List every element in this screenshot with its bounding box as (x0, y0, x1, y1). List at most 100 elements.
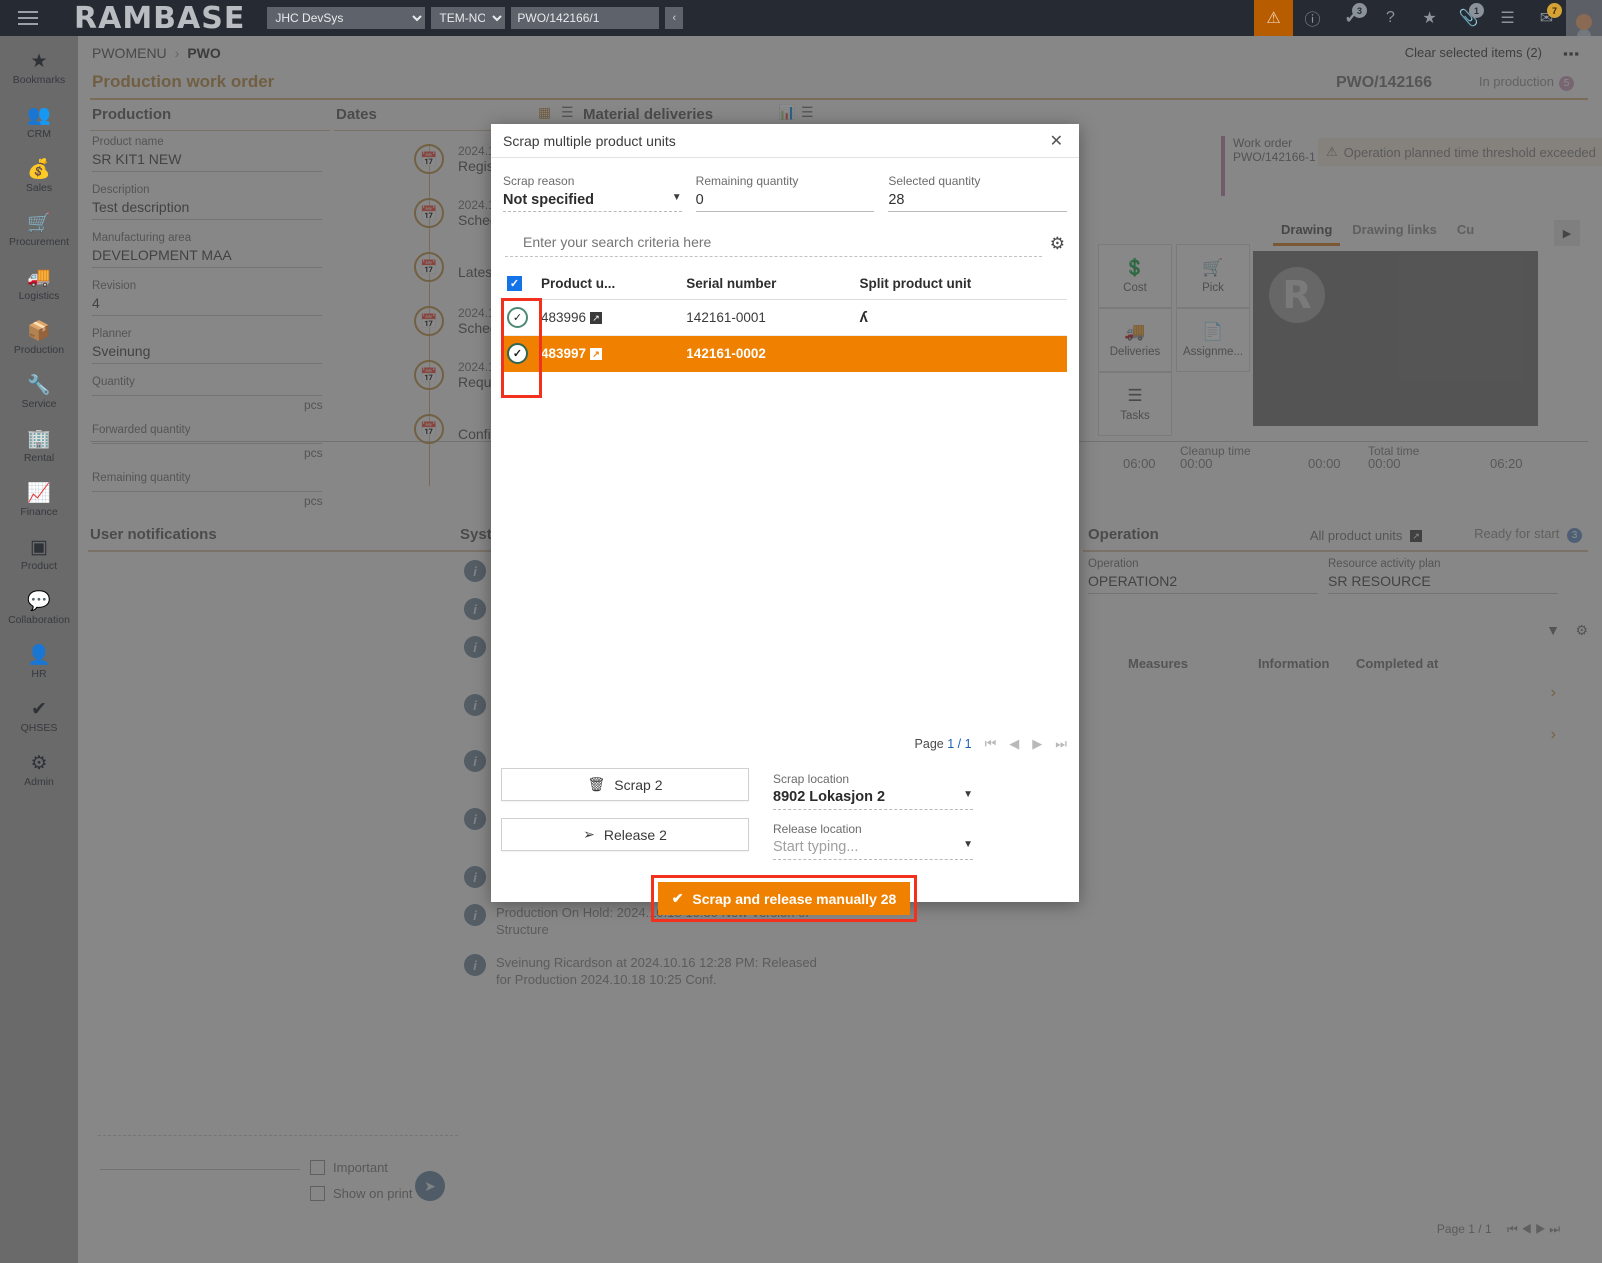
pager-last-icon[interactable]: ⏭ (1055, 736, 1067, 752)
rental-icon: 🏢 (27, 429, 51, 450)
sidebar-item-rental[interactable]: 🏢 Rental (0, 420, 78, 474)
cell-serial-number: 142161-0002 (682, 335, 856, 372)
money-bag-icon: 💰 (27, 159, 51, 180)
sidebar-item-label: CRM (27, 128, 51, 140)
warning-icon[interactable]: ⚠ (1254, 0, 1293, 36)
sidebar-item-label: Production (13, 344, 65, 356)
cell-product-unit[interactable]: 483996 ↗ (537, 299, 683, 336)
sidebar-item-hr[interactable]: 👤 HR (0, 636, 78, 690)
selected-quantity-field[interactable]: Selected quantity 28 (888, 174, 1068, 212)
back-button[interactable]: ‹ (665, 7, 684, 29)
sidebar-item-bookmarks[interactable]: ★ Bookmarks (0, 42, 78, 96)
top-bar: RAMBASE JHC DevSys TEM-NO ‹ ⚠ ⓘ ✔3 ? ★ 📎… (0, 0, 1602, 36)
sidebar-item-label: Service (21, 398, 57, 410)
sidebar-item-label: Sales (25, 182, 53, 194)
scrap-location-field[interactable]: Scrap location 8902 Lokasjon 2 ▼ (773, 772, 973, 810)
scrap-reason-field[interactable]: Scrap reason Not specified ▼ (503, 174, 682, 212)
selected-quantity-value: 28 (888, 192, 905, 208)
dialog-footer: 🗑 Scrap 2 ➢ Release 2 Scrap location 890… (491, 768, 1079, 872)
release-button[interactable]: ➢ Release 2 (501, 818, 749, 851)
release-location-field[interactable]: Release location Start typing... ▼ (773, 822, 973, 860)
list-icon[interactable]: ☰ (1488, 0, 1527, 36)
sidebar-item-qhses[interactable]: ✔ QHSES (0, 690, 78, 744)
open-link-icon[interactable]: ↗ (590, 312, 603, 324)
person-icon: 👤 (27, 645, 51, 666)
document-search-input[interactable] (511, 7, 660, 29)
trash-icon: 🗑 (587, 776, 606, 792)
search-input[interactable] (505, 230, 1042, 257)
favorites-icon[interactable]: ★ (1410, 0, 1449, 36)
search-row: ⚙ (503, 230, 1067, 257)
menu-hamburger-icon[interactable] (0, 0, 56, 36)
grid-settings-gear-icon[interactable]: ⚙ (1050, 234, 1065, 254)
sidebar-item-service[interactable]: 🔧 Service (0, 366, 78, 420)
column-split-product-unit[interactable]: Split product unit (855, 269, 1067, 300)
chat-icon: 💬 (27, 591, 51, 612)
mail-icon[interactable]: ✉ 7 (1527, 0, 1566, 36)
cube-icon: ▣ (30, 537, 48, 558)
badge-check-icon: ✔ (31, 699, 47, 720)
alert-icon[interactable]: ⓘ (1293, 0, 1332, 36)
scrap-button[interactable]: 🗑 Scrap 2 (501, 768, 749, 801)
row-checkbox-cell[interactable]: ✓ (503, 299, 537, 336)
sidebar-item-procurement[interactable]: 🛒 Procurement (0, 204, 78, 258)
sidebar-item-label: Procurement (8, 236, 70, 248)
sidebar-item-finance[interactable]: 📈 Finance (0, 474, 78, 528)
sidebar-item-admin[interactable]: ⚙ Admin (0, 744, 78, 798)
product-units-table: ✓ Product u... Serial number Split produ… (503, 269, 1067, 372)
sidebar-item-collaboration[interactable]: 💬 Collaboration (0, 582, 78, 636)
help-icon[interactable]: ? (1371, 0, 1410, 36)
split-branch-icon: ʎ (859, 309, 868, 326)
scrap-reason-label: Scrap reason (503, 174, 575, 188)
pager-text: Page 1 / 1 (914, 737, 972, 751)
release-location-value: Start typing... ▼ (773, 839, 973, 855)
company-select[interactable]: JHC DevSys (267, 7, 426, 29)
scrap-and-release-manually-button[interactable]: ✔ Scrap and release manually 28 (658, 882, 910, 915)
chevron-down-icon[interactable]: ▼ (963, 839, 973, 850)
left-sidebar: ★ Bookmarks 👥 CRM 💰 Sales 🛒 Procurement … (0, 36, 78, 1263)
sidebar-item-label: Product (20, 560, 58, 572)
check-icon: ✔ (671, 890, 684, 906)
remaining-quantity-value: 0 (695, 192, 704, 208)
scrap-reason-value: Not specified ▼ (503, 192, 682, 208)
attachment-icon[interactable]: 📎 1 (1449, 0, 1488, 36)
cell-split-product-unit: ʎ (855, 299, 1067, 336)
sidebar-item-label: Bookmarks (12, 74, 66, 86)
pager-first-icon[interactable]: ⏮ (985, 736, 997, 752)
row-checkbox[interactable]: ✓ (507, 343, 528, 364)
pager-prev-icon[interactable]: ◀ (1009, 736, 1019, 752)
open-link-icon[interactable]: ↗ (590, 348, 603, 360)
column-serial-number[interactable]: Serial number (682, 269, 856, 300)
row-checkbox-cell[interactable]: ✓ (503, 335, 537, 372)
chevron-down-icon[interactable]: ▼ (672, 192, 682, 203)
sidebar-item-crm[interactable]: 👥 CRM (0, 96, 78, 150)
avatar[interactable] (1566, 0, 1602, 36)
boxes-icon: 📦 (27, 321, 51, 342)
release-location-label: Release location (773, 822, 862, 836)
mail-badge: 7 (1547, 3, 1562, 18)
chevron-down-icon[interactable]: ▼ (963, 789, 973, 800)
tasks-icon[interactable]: ✔ 3 (1332, 0, 1371, 36)
pager-next-icon[interactable]: ▶ (1032, 736, 1042, 752)
sidebar-item-product[interactable]: ▣ Product (0, 528, 78, 582)
dialog-top-fields: Scrap reason Not specified ▼ Remaining q… (503, 174, 1068, 212)
cell-serial-number: 142161-0001 (682, 299, 856, 336)
sidebar-item-production[interactable]: 📦 Production (0, 312, 78, 366)
remaining-quantity-field[interactable]: Remaining quantity 0 (695, 174, 875, 212)
chart-line-icon: 📈 (27, 483, 51, 504)
sidebar-item-logistics[interactable]: 🚚 Logistics (0, 258, 78, 312)
cell-product-unit[interactable]: 483997 ↗ (537, 335, 683, 372)
table-row[interactable]: ✓ 483996 ↗ 142161-0001 ʎ (503, 299, 1067, 336)
release-button-label: Release 2 (603, 826, 667, 843)
scrap-location-value: 8902 Lokasjon 2 ▼ (773, 789, 973, 805)
table-row[interactable]: ✓ 483997 ↗ 142161-0002 (503, 335, 1067, 372)
column-product-unit[interactable]: Product u... (537, 269, 683, 300)
row-checkbox[interactable]: ✓ (507, 307, 528, 328)
truck-icon: 🚚 (27, 267, 51, 288)
select-all-header[interactable]: ✓ (503, 269, 537, 300)
sidebar-item-sales[interactable]: 💰 Sales (0, 150, 78, 204)
select-all-checkbox[interactable]: ✓ (507, 276, 522, 291)
scrap-button-label: Scrap 2 (614, 776, 663, 793)
tem-select[interactable]: TEM-NO (431, 7, 506, 29)
close-icon[interactable]: ✕ (1046, 131, 1067, 151)
